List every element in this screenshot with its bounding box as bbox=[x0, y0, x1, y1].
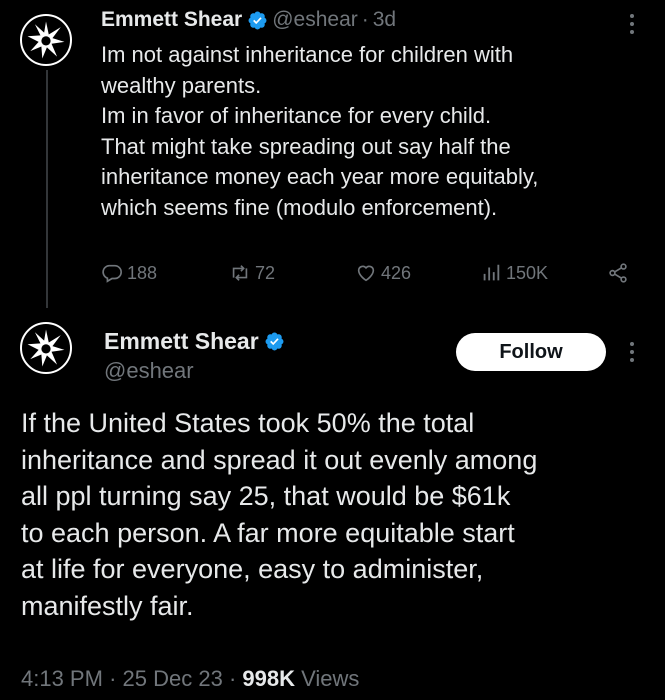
follow-button[interactable]: Follow bbox=[456, 333, 606, 371]
separator: · bbox=[109, 666, 117, 691]
retweet-button[interactable]: 72 bbox=[229, 259, 275, 287]
avatar[interactable] bbox=[20, 14, 72, 66]
tweet-line: at life for everyone, easy to administer… bbox=[21, 554, 484, 584]
tweet-line: to each person. A far more equitable sta… bbox=[21, 517, 515, 548]
tweet2-meta: 4:13 PM · 25 Dec 23 · 998K Views bbox=[21, 666, 359, 692]
verified-badge-icon bbox=[265, 332, 284, 351]
heart-icon bbox=[357, 265, 375, 282]
like-count: 426 bbox=[381, 262, 412, 283]
post-time[interactable]: 4:13 PM bbox=[21, 666, 103, 691]
handle[interactable]: @eshear bbox=[104, 358, 194, 384]
timestamp[interactable]: 3d bbox=[373, 8, 396, 32]
views-chart-icon bbox=[483, 264, 500, 281]
handle[interactable]: @eshear bbox=[272, 8, 358, 32]
tweet2-author: Emmett Shear bbox=[104, 328, 289, 355]
author-name[interactable]: Emmett Shear bbox=[101, 8, 242, 32]
separator: · bbox=[228, 666, 237, 691]
tweet-line: That might take spreading out say half t… bbox=[101, 133, 511, 159]
retweet-count: 72 bbox=[255, 262, 276, 283]
tweet1-header: Emmett Shear @eshear · 3d bbox=[101, 8, 396, 32]
tweet1-actions: 188 72 426 150K bbox=[101, 259, 641, 287]
retweet-icon bbox=[232, 265, 248, 281]
views-button[interactable]: 150K bbox=[480, 259, 548, 287]
post-date[interactable]: 25 Dec 23 bbox=[123, 666, 223, 691]
views-count: 998K bbox=[242, 666, 295, 691]
avatar-logo-icon bbox=[23, 325, 69, 371]
tweet-line: wealthy parents. bbox=[101, 72, 262, 98]
views-label: Views bbox=[301, 666, 360, 691]
tweet-line: inheritance money each year more equitab… bbox=[101, 164, 539, 189]
reply-count: 188 bbox=[127, 262, 158, 283]
tweet-line: Im in favor of inheritance for every chi… bbox=[101, 103, 492, 128]
tweet2-text: If the United States took 50% the total … bbox=[21, 405, 651, 624]
tweet-line: which seems fine (modulo enforcement). bbox=[101, 194, 498, 220]
like-button[interactable]: 426 bbox=[355, 259, 411, 287]
tweet-line: manifestly fair. bbox=[21, 590, 194, 621]
more-options-icon[interactable] bbox=[622, 338, 642, 366]
verified-badge-icon bbox=[248, 11, 267, 29]
views-count: 150K bbox=[506, 262, 549, 283]
tweet-line: all ppl turning say 25, that would be $6… bbox=[21, 481, 511, 511]
tweet-line: Im not against inheritance for children … bbox=[101, 42, 514, 67]
more-options-icon[interactable] bbox=[622, 10, 642, 38]
reply-button[interactable]: 188 bbox=[101, 259, 157, 287]
tweet-line: inheritance and spread it out evenly amo… bbox=[21, 444, 538, 475]
author-name[interactable]: Emmett Shear bbox=[104, 328, 259, 355]
avatar-logo-icon bbox=[23, 17, 69, 63]
share-icon bbox=[609, 263, 627, 283]
tweet-line: If the United States took 50% the total bbox=[21, 408, 475, 438]
thread-line bbox=[46, 70, 48, 308]
separator: · bbox=[361, 8, 369, 31]
avatar[interactable] bbox=[20, 322, 72, 374]
reply-icon bbox=[102, 264, 122, 283]
share-button[interactable] bbox=[607, 259, 629, 287]
tweet1-text: Im not against inheritance for children … bbox=[101, 40, 641, 223]
